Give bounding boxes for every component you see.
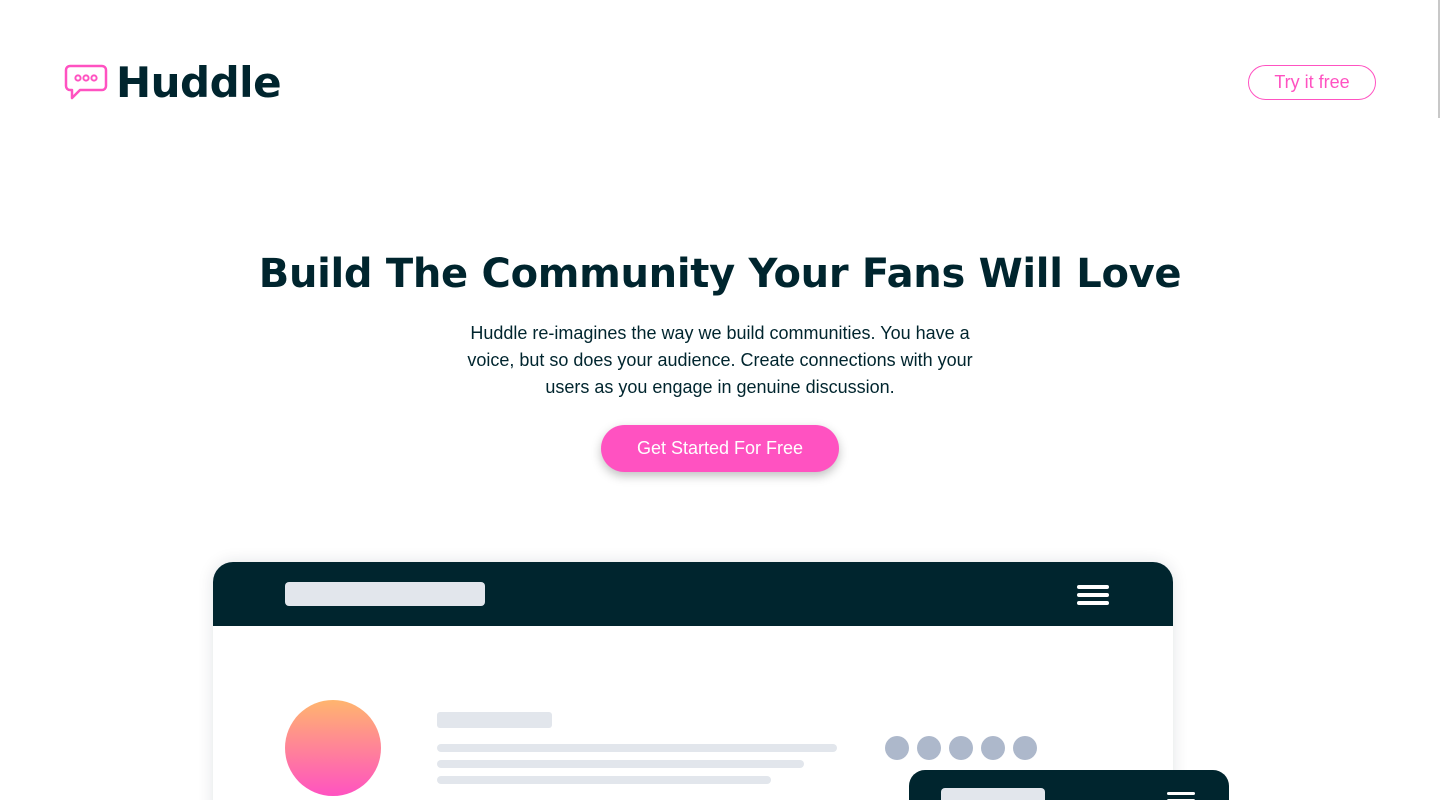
site-header: Huddle Try it free: [0, 0, 1440, 165]
hamburger-icon: [1077, 585, 1109, 605]
desktop-mockup-illustration: [213, 562, 1173, 800]
speech-bubble-icon: [64, 64, 108, 100]
hamburger-icon: [1167, 792, 1195, 800]
mobile-title-placeholder: [941, 788, 1045, 800]
try-it-free-button[interactable]: Try it free: [1248, 65, 1376, 100]
mockup-text-line: [437, 744, 837, 752]
mockup-dot: [981, 736, 1005, 760]
hero-title: Build The Community Your Fans Will Love: [258, 251, 1182, 297]
mockup-navbar: [213, 562, 1173, 626]
get-started-button[interactable]: Get Started For Free: [601, 425, 839, 472]
mockup-text-line: [437, 760, 804, 768]
mockup-dot: [885, 736, 909, 760]
mockup-dot: [917, 736, 941, 760]
brand-name: Huddle: [116, 58, 282, 107]
mockup-avatar: [285, 700, 381, 796]
mockup-text-line: [437, 776, 771, 784]
hero-description: Huddle re-imagines the way we build comm…: [467, 323, 973, 397]
mockup-dot: [1013, 736, 1037, 760]
logo[interactable]: Huddle: [64, 58, 282, 108]
mockup-dot: [949, 736, 973, 760]
mockup-heading-placeholder: [437, 712, 552, 728]
mockup-title-placeholder: [285, 582, 485, 606]
mobile-mockup-illustration: [909, 770, 1229, 800]
